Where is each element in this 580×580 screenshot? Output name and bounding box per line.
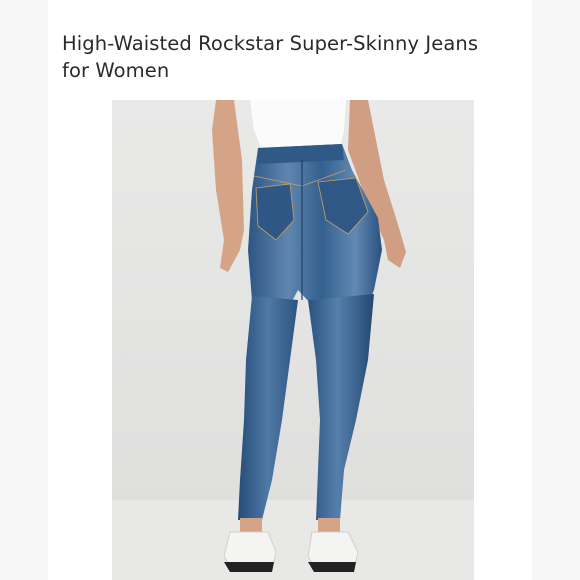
floor	[112, 500, 474, 580]
jeans-back-view-icon	[112, 100, 474, 580]
white-top	[250, 100, 346, 150]
product-card: High-Waisted Rockstar Super-Skinny Jeans…	[48, 0, 532, 580]
product-title: High-Waisted Rockstar Super-Skinny Jeans…	[62, 32, 479, 82]
left-loafer-sole	[224, 562, 274, 572]
right-loafer-sole	[308, 562, 356, 572]
product-photo[interactable]	[112, 100, 474, 580]
